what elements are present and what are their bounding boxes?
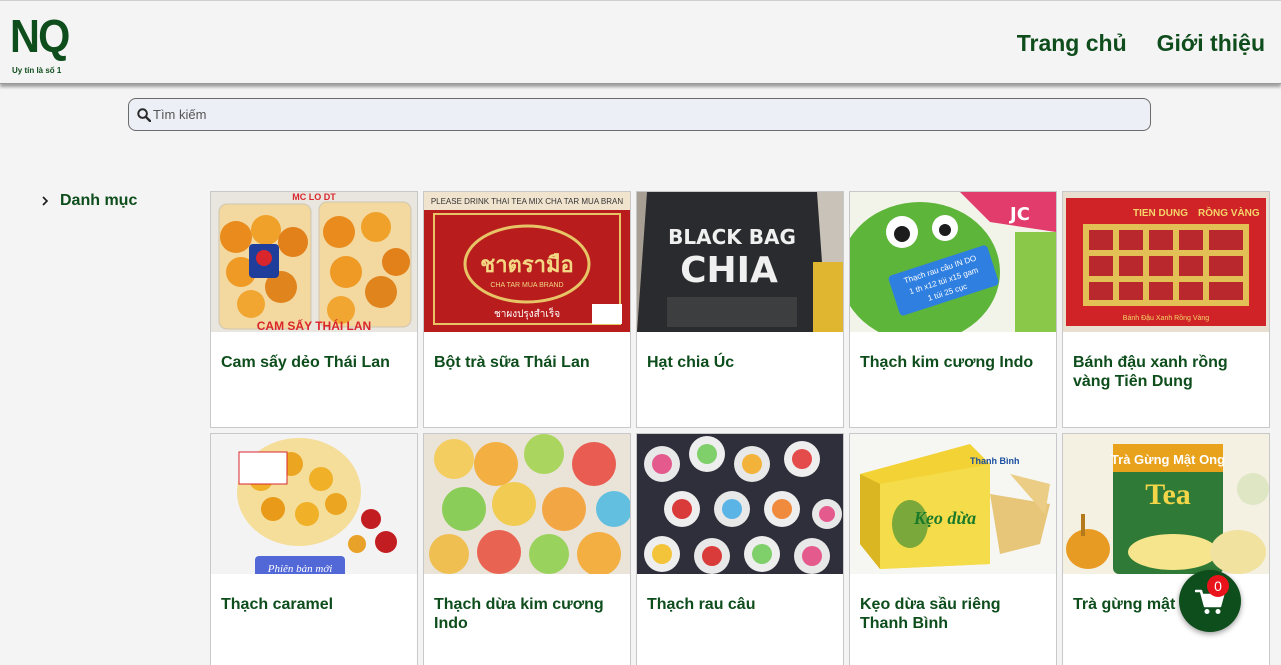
- search-icon: [137, 108, 151, 122]
- product-image-dried-orange[interactable]: MC LO DT CAM SẤY THÁI LAN: [211, 192, 417, 332]
- svg-text:ชาตรามือ: ชาตรามือ: [480, 252, 573, 277]
- product-card[interactable]: Trà Gừng Mật Ong Tea Trà gừng mật ong: [1062, 433, 1270, 665]
- product-name[interactable]: Thạch kim cương Indo: [860, 353, 1050, 372]
- category-toggle[interactable]: Danh mục: [40, 192, 137, 210]
- svg-text:TIEN DUNG: TIEN DUNG: [1133, 208, 1188, 219]
- product-card[interactable]: Kẹo dừa Thanh Bình Kẹo dừa sầu riêng Tha…: [849, 433, 1057, 665]
- svg-text:PLEASE DRINK THAI TEA MIX CHA: PLEASE DRINK THAI TEA MIX CHA TAR MUA BR…: [431, 197, 624, 206]
- product-image-caramel-jelly[interactable]: Phiên bản mới: [211, 434, 417, 574]
- svg-text:Thanh Bình: Thanh Bình: [970, 456, 1020, 466]
- svg-text:Trà Gừng Mật Ong: Trà Gừng Mật Ong: [1111, 452, 1225, 467]
- product-image-chia-seed[interactable]: BLACK BAG CHIA: [637, 192, 843, 332]
- svg-text:Phiên bản mới: Phiên bản mới: [267, 563, 333, 574]
- product-name[interactable]: Hạt chia Úc: [647, 353, 837, 372]
- product-card[interactable]: Phiên bản mới Thạch caramel: [210, 433, 418, 665]
- svg-text:CAM SẤY THÁI LAN: CAM SẤY THÁI LAN: [257, 318, 371, 332]
- svg-text:Bánh Đậu Xanh Rồng Vàng: Bánh Đậu Xanh Rồng Vàng: [1123, 313, 1210, 322]
- product-card[interactable]: Thạch dừa kim cương Indo: [423, 433, 631, 665]
- nav-about-link[interactable]: Giới thiệu: [1157, 28, 1265, 58]
- product-card[interactable]: Thạch rau câu: [636, 433, 844, 665]
- svg-text:ชาผงปรุงสำเร็จ: ชาผงปรุงสำเร็จ: [494, 306, 560, 320]
- product-image-ginger-tea[interactable]: Trà Gừng Mật Ong Tea: [1063, 434, 1269, 574]
- product-image-agar-jelly[interactable]: [637, 434, 843, 574]
- product-image-thai-tea[interactable]: PLEASE DRINK THAI TEA MIX CHA TAR MUA BR…: [424, 192, 630, 332]
- category-label: Danh mục: [60, 192, 138, 209]
- svg-text:JC: JC: [1008, 204, 1030, 225]
- svg-text:Kẹo dừa: Kẹo dừa: [913, 508, 976, 528]
- product-name[interactable]: Thạch caramel: [221, 595, 411, 614]
- chevron-right-icon: [42, 196, 49, 206]
- product-image-mung-bean-cake[interactable]: TIEN DUNG RỒNG VÀNG Bánh Đậu Xanh Rồng V…: [1063, 192, 1269, 332]
- svg-text:RỒNG VÀNG: RỒNG VÀNG: [1198, 206, 1260, 219]
- product-name[interactable]: Bánh đậu xanh rồng vàng Tiên Dung: [1073, 353, 1263, 391]
- search-bar: [128, 98, 1151, 131]
- site-logo[interactable]: NQ Uy tín là số 1: [10, 9, 74, 79]
- svg-text:BLACK BAG: BLACK BAG: [668, 225, 796, 249]
- cart-button[interactable]: 0: [1179, 570, 1241, 632]
- cart-count-badge: 0: [1207, 575, 1229, 597]
- main-nav: Trang chủ Giới thiệu: [1017, 28, 1265, 58]
- product-name[interactable]: Bột trà sữa Thái Lan: [434, 353, 624, 372]
- svg-text:CHIA: CHIA: [680, 250, 778, 291]
- logo-mark: NQ: [10, 10, 70, 62]
- product-name[interactable]: Cam sấy dẻo Thái Lan: [221, 353, 411, 372]
- search-input[interactable]: [153, 100, 1143, 129]
- product-card[interactable]: BLACK BAG CHIA Hạt chia Úc: [636, 191, 844, 428]
- svg-text:MC LO DT: MC LO DT: [292, 192, 336, 202]
- product-image-indo-jelly[interactable]: JC Thạch rau câu IN DO 1 th x12 túi x15 …: [850, 192, 1056, 332]
- product-name[interactable]: Thạch dừa kim cương Indo: [434, 595, 624, 633]
- product-image-durian-candy[interactable]: Kẹo dừa Thanh Bình: [850, 434, 1056, 574]
- svg-text:CHA TAR MUA BRAND: CHA TAR MUA BRAND: [490, 282, 563, 289]
- product-card[interactable]: MC LO DT CAM SẤY THÁI LAN Cam sấy dẻo Th…: [210, 191, 418, 428]
- logo-tagline: Uy tín là số 1: [12, 66, 62, 75]
- product-card[interactable]: PLEASE DRINK THAI TEA MIX CHA TAR MUA BR…: [423, 191, 631, 428]
- product-card[interactable]: JC Thạch rau câu IN DO 1 th x12 túi x15 …: [849, 191, 1057, 428]
- site-header: NQ Uy tín là số 1 Trang chủ Giới thiệu: [0, 0, 1281, 84]
- product-image-coconut-jelly[interactable]: [424, 434, 630, 574]
- svg-text:Tea: Tea: [1145, 478, 1191, 511]
- product-name[interactable]: Thạch rau câu: [647, 595, 837, 614]
- nav-home-link[interactable]: Trang chủ: [1017, 28, 1127, 58]
- product-name[interactable]: Kẹo dừa sầu riêng Thanh Bình: [860, 595, 1050, 633]
- product-card[interactable]: TIEN DUNG RỒNG VÀNG Bánh Đậu Xanh Rồng V…: [1062, 191, 1270, 428]
